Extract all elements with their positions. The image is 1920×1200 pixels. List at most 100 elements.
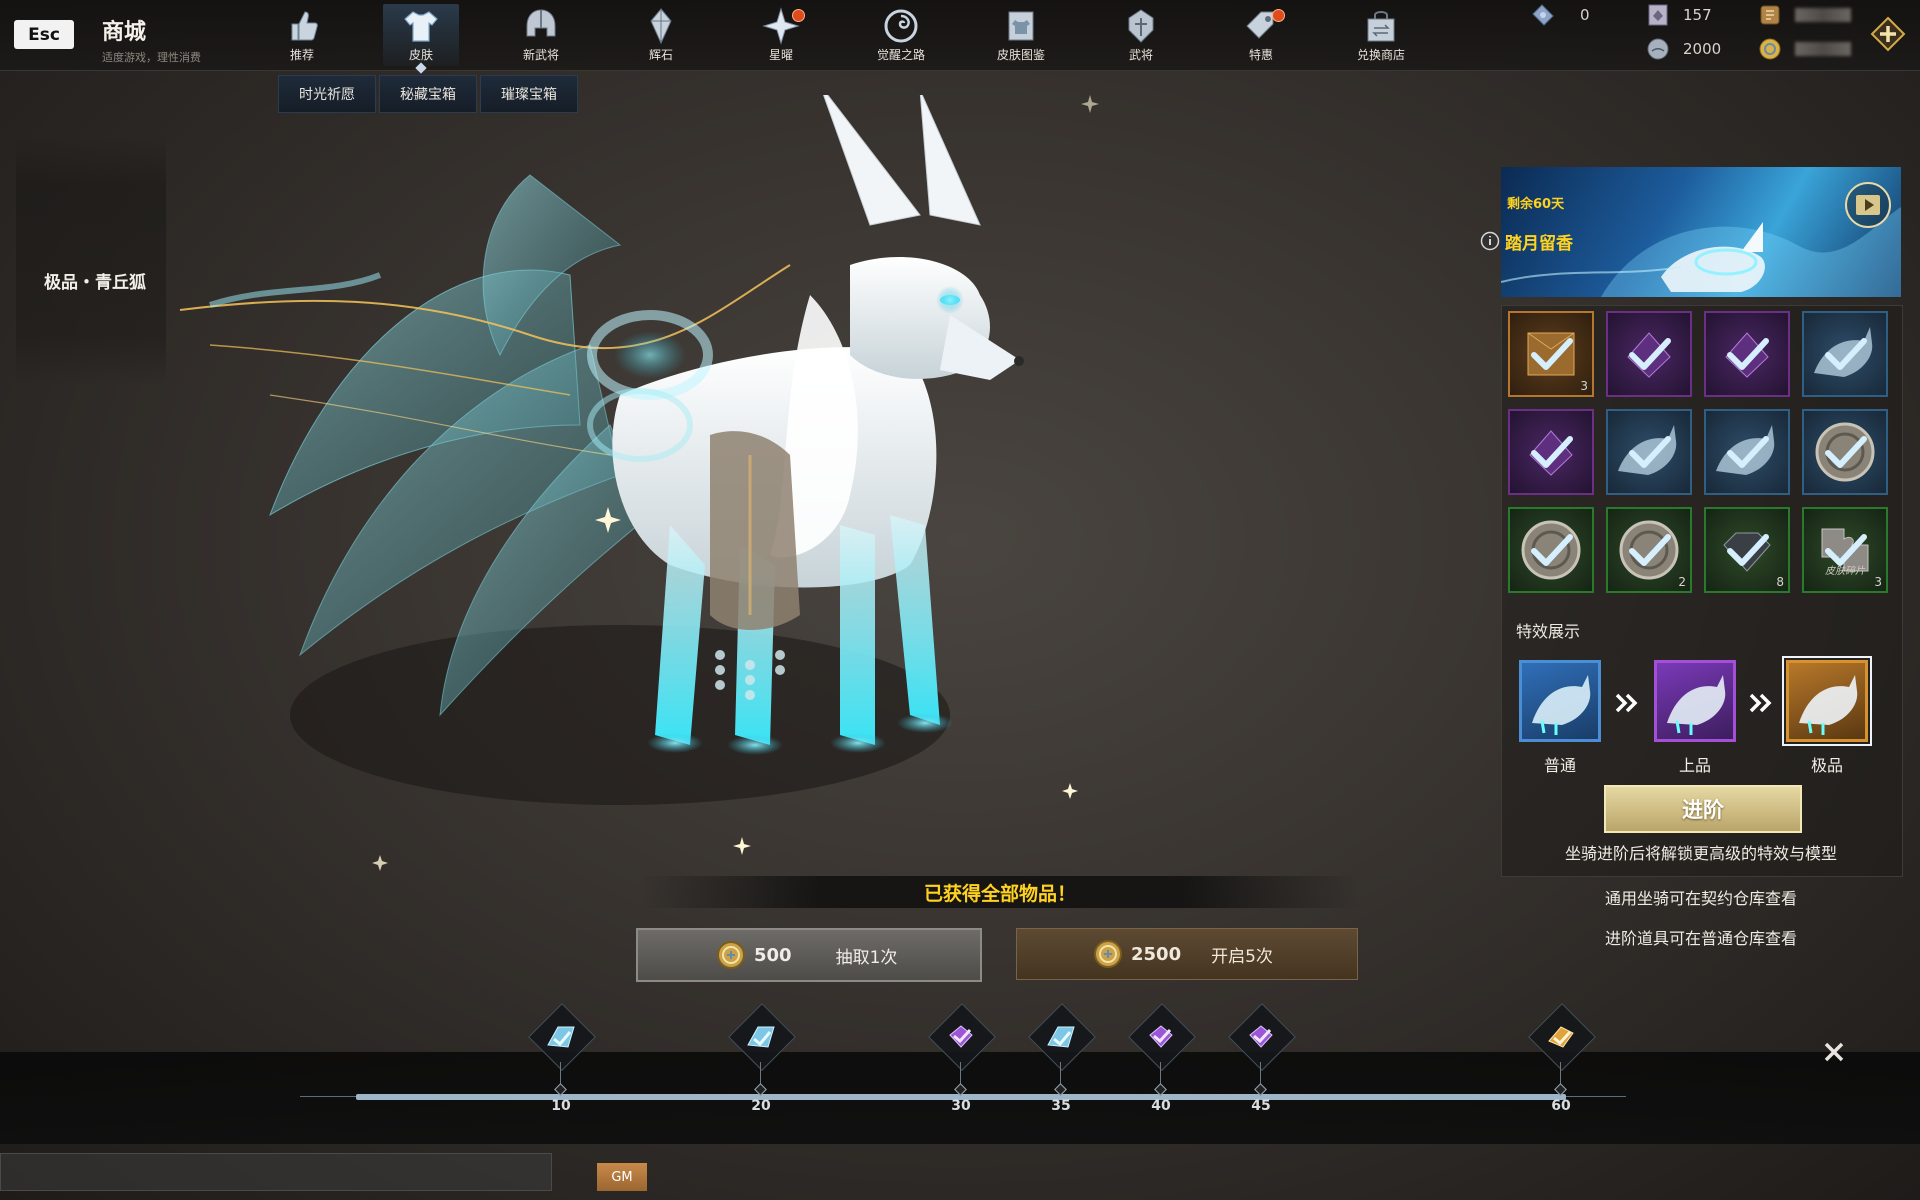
reward-cell[interactable]: 8 (1704, 507, 1790, 593)
fox-mount-icon (1532, 675, 1591, 735)
gold-coin-icon (1759, 38, 1781, 60)
nav-label: 皮肤 (408, 48, 433, 62)
double-chevron-icon (1615, 693, 1638, 713)
reward-cell[interactable] (1606, 311, 1692, 397)
storage-note: 通用坐骑可在契约仓库查看 (1604, 889, 1797, 908)
draw-once-button[interactable]: 500 抽取1次 (636, 928, 982, 982)
shop-bag-icon (1367, 11, 1395, 42)
effect-normal-card[interactable] (1519, 660, 1601, 742)
item-name: 极品・青丘狐 (44, 273, 146, 293)
effect-premium-label: 极品 (1810, 756, 1843, 775)
purple-crystal-icon (1627, 332, 1671, 378)
draw-once-label: 抽取1次 (835, 947, 898, 968)
currency-ticket: 0 (1530, 2, 1590, 28)
nav-discount[interactable]: 特惠 (1223, 4, 1299, 66)
nav-label: 辉石 (648, 48, 673, 62)
nav-skins[interactable]: 皮肤 (383, 4, 459, 66)
reward-cell[interactable] (1606, 409, 1692, 495)
milestone-value: 30 (951, 1098, 971, 1114)
nav-stones[interactable]: 辉石 (623, 4, 699, 66)
milestone-value: 10 (551, 1098, 571, 1114)
nav-recommend[interactable]: 推荐 (264, 4, 340, 66)
purple-crystal-icon (1529, 430, 1573, 476)
milestone[interactable]: 45 (1226, 1003, 1296, 1114)
chat-input[interactable] (0, 1153, 552, 1191)
milestone-value: 20 (751, 1098, 771, 1114)
milestone[interactable]: 20 (726, 1003, 796, 1114)
swirl-icon (884, 9, 918, 43)
all-obtained-banner: 已获得全部物品！ (640, 876, 1360, 908)
nav-awakening[interactable]: 觉醒之路 (863, 4, 939, 66)
currency-value: 2000 (1683, 40, 1722, 58)
reward-count: 2 (1678, 575, 1686, 589)
reward-cell[interactable] (1508, 507, 1594, 593)
effect-superior-card[interactable] (1654, 660, 1736, 742)
fox-mount-icon (1618, 425, 1677, 475)
page-subtitle: 适度游戏，理性消费 (102, 51, 201, 64)
info-icon[interactable] (1480, 231, 1500, 251)
effect-showcase-title: 特效展示 (1516, 622, 1581, 641)
fox-mount-icon (1667, 675, 1726, 735)
nav-heroes[interactable]: 武将 (1103, 4, 1179, 66)
shirt-icon (404, 11, 438, 42)
draw-five-cost: 2500 (1131, 943, 1182, 965)
draw-once-cost: 500 (754, 944, 792, 966)
reward-cell[interactable] (1802, 311, 1888, 397)
fox-mount-illustration[interactable] (150, 95, 1250, 955)
milestone-knot (1054, 1083, 1067, 1096)
scroll-icon (1760, 5, 1780, 25)
milestone[interactable]: 35 (1026, 1003, 1096, 1114)
draw-five-button[interactable]: 2500 开启5次 (1016, 928, 1358, 980)
shield-emblem-icon (1815, 422, 1875, 482)
banner-title: 踏月留香 (1505, 234, 1573, 254)
gm-button[interactable]: GM (597, 1163, 647, 1191)
milestone[interactable]: 10 (526, 1003, 596, 1114)
reward-cell[interactable] (1704, 311, 1790, 397)
esc-button[interactable]: Esc (14, 20, 74, 49)
milestone[interactable]: 40 (1126, 1003, 1196, 1114)
purple-gem-icon (1249, 1025, 1273, 1048)
nav-label: 觉醒之路 (876, 48, 925, 62)
reward-cell[interactable] (1802, 409, 1888, 495)
reward-cell[interactable] (1508, 409, 1594, 495)
effect-premium-card[interactable] (1782, 656, 1872, 746)
notification-badge (792, 9, 805, 22)
draw-five-label: 开启5次 (1211, 946, 1273, 967)
milestone-value: 45 (1251, 1098, 1271, 1114)
milestone[interactable]: 60 (1526, 1003, 1596, 1114)
milestone-value: 60 (1551, 1098, 1571, 1114)
currency-value: 0 (1580, 6, 1590, 24)
reward-cell[interactable]: 3 (1508, 311, 1594, 397)
milestone-knot (1154, 1083, 1167, 1096)
nav-label: 特惠 (1248, 48, 1273, 62)
nav-label: 皮肤图鉴 (996, 48, 1045, 62)
advance-button[interactable]: 进阶 (1604, 785, 1802, 833)
reward-count: 8 (1776, 575, 1784, 589)
milestone-knot (754, 1083, 767, 1096)
milestone[interactable]: 30 (926, 1003, 996, 1114)
page-title: 商城 (102, 20, 147, 45)
currency-scroll (1757, 2, 1851, 28)
reward-count: 3 (1874, 575, 1882, 589)
coin-icon (1094, 940, 1122, 968)
fox-gem-icon (547, 1026, 575, 1048)
gold-gem-icon (1548, 1026, 1574, 1048)
fox-mount-icon (1716, 425, 1775, 475)
advance-hint: 坐骑进阶后将解锁更高级的特效与模型 (1564, 844, 1837, 863)
reward-cell[interactable]: 皮肤碎片 3 (1802, 507, 1888, 593)
nav-label: 兑换商店 (1356, 48, 1405, 62)
double-chevron-icon (1749, 693, 1772, 713)
reward-cell[interactable] (1704, 409, 1790, 495)
warrior-helmet-icon (1128, 9, 1154, 43)
reward-cell[interactable]: 2 (1606, 507, 1692, 593)
nav-label: 推荐 (289, 48, 314, 62)
nav-new-hero[interactable]: 新武将 (503, 4, 579, 66)
nav-skin-gallery[interactable]: 皮肤图鉴 (983, 4, 1059, 66)
close-icon[interactable] (1820, 1038, 1848, 1066)
nav-stars[interactable]: 星曜 (743, 4, 819, 66)
play-video-icon[interactable] (1844, 181, 1892, 229)
fox-mount-icon (1814, 327, 1873, 377)
nav-exchange-shop[interactable]: 兑换商店 (1343, 4, 1419, 66)
book-icon (1008, 11, 1034, 41)
add-currency-button[interactable] (1870, 16, 1906, 52)
